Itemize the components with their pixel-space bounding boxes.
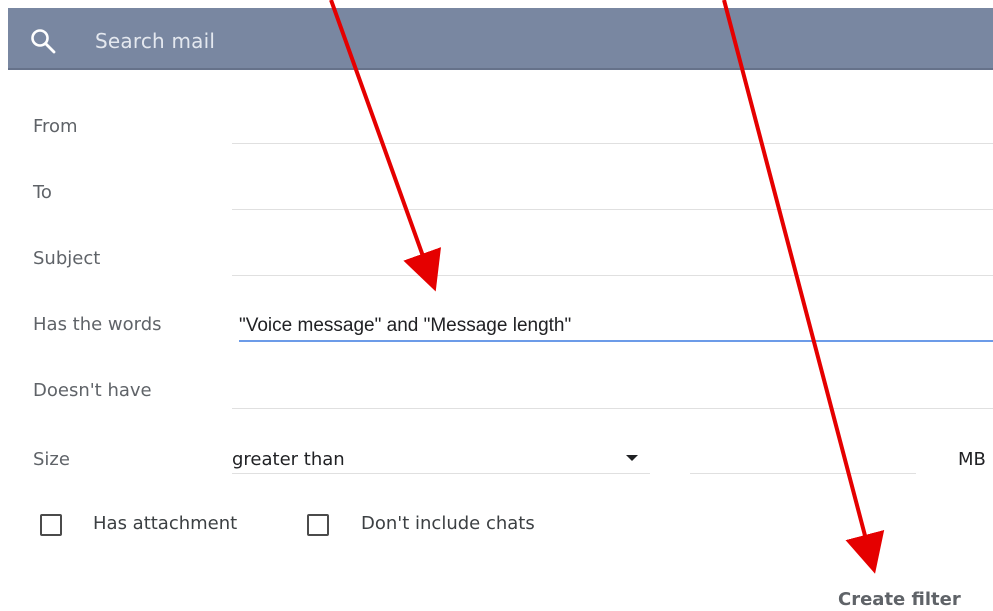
doesnt-have-label: Doesn't have <box>33 380 152 401</box>
doesnt-have-underline <box>232 408 993 409</box>
search-input[interactable]: Search mail <box>95 29 215 53</box>
has-words-label: Has the words <box>33 314 162 335</box>
has-attachment-label: Has attachment <box>93 513 238 534</box>
has-attachment-checkbox[interactable] <box>40 514 62 536</box>
size-label: Size <box>33 449 70 470</box>
dont-include-chats-checkbox[interactable] <box>307 514 329 536</box>
has-words-input[interactable]: "Voice message" and "Message length" <box>239 315 571 337</box>
to-underline <box>232 209 993 210</box>
to-label: To <box>33 182 52 203</box>
size-unit-select[interactable]: MB <box>958 449 986 470</box>
dont-include-chats-label: Don't include chats <box>361 513 535 534</box>
size-value-underline <box>690 473 916 474</box>
from-label: From <box>33 116 78 137</box>
has-words-underline <box>239 340 993 342</box>
create-filter-button[interactable]: Create filter <box>838 589 961 610</box>
subject-underline <box>232 275 993 276</box>
subject-label: Subject <box>33 248 101 269</box>
size-select-underline <box>232 473 650 474</box>
chevron-down-icon[interactable] <box>626 455 638 461</box>
search-bar[interactable]: Search mail <box>8 8 993 70</box>
annotation-arrow-create-filter <box>722 0 885 574</box>
search-icon[interactable] <box>30 28 56 54</box>
size-comparator-select[interactable]: greater than <box>232 449 345 470</box>
from-underline <box>232 143 993 144</box>
